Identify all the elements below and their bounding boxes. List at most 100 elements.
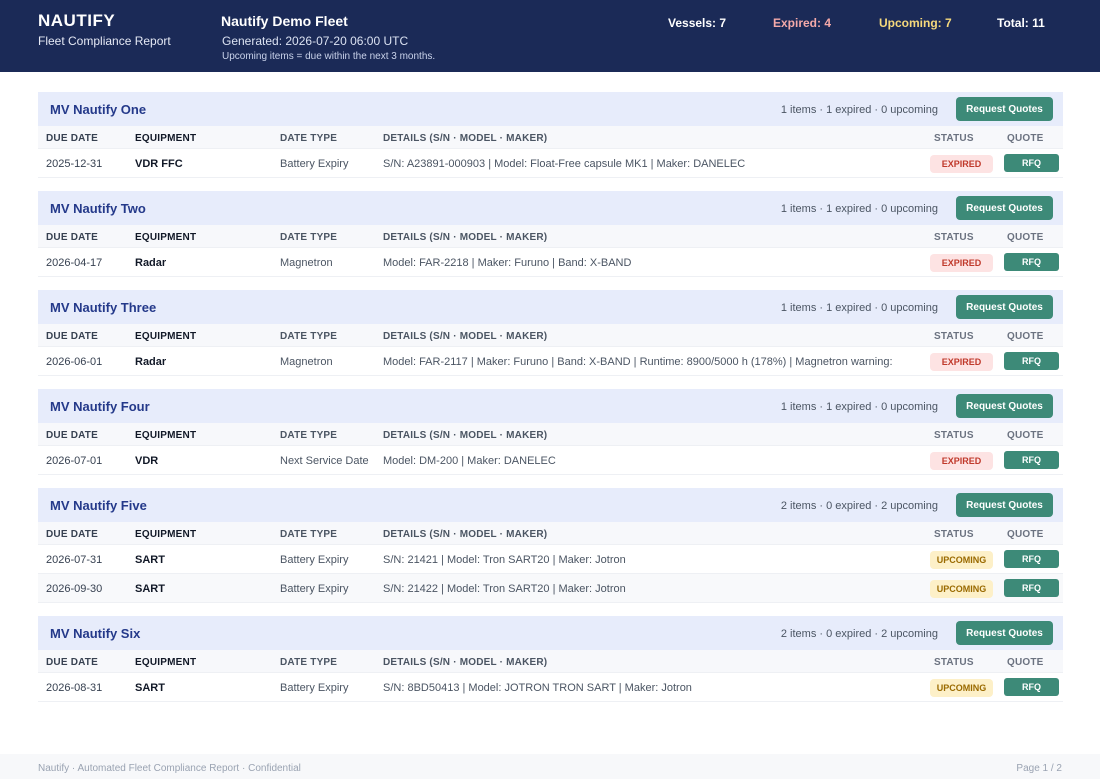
rfq-button[interactable]: RFQ bbox=[1004, 678, 1059, 696]
vessel-summary: 2 items · 0 expired · 2 upcoming bbox=[780, 500, 938, 512]
table-row: 2026-04-17 Radar Magnetron Model: FAR-2218 … bbox=[38, 248, 1063, 277]
request-quotes-button[interactable]: Request Quotes bbox=[956, 97, 1053, 121]
request-quotes-button[interactable]: Request Quotes bbox=[956, 394, 1053, 418]
brand-title: NAUTIFY bbox=[38, 11, 116, 30]
col-due-date: DUE DATE bbox=[46, 133, 98, 144]
vessel-sections: MV Nautify One 1 items · 1 expired · 0 up… bbox=[38, 92, 1063, 715]
col-date-type: DATE TYPE bbox=[280, 529, 338, 540]
col-status: STATUS bbox=[934, 529, 974, 540]
column-headers: DUE DATE EQUIPMENT DATE TYPE DETAILS (S/N ·… bbox=[38, 324, 1063, 347]
equipment-details: S/N: 21422 | Model: Tron SART20 | Maker:… bbox=[383, 583, 626, 595]
col-quote: QUOTE bbox=[1007, 133, 1044, 144]
request-quotes-button[interactable]: Request Quotes bbox=[956, 295, 1053, 319]
col-due-date: DUE DATE bbox=[46, 331, 98, 342]
vessel-name: MV Nautify Four bbox=[50, 399, 150, 414]
col-status: STATUS bbox=[934, 331, 974, 342]
vessel-summary: 1 items · 1 expired · 0 upcoming bbox=[780, 104, 938, 116]
vessel-name: MV Nautify Six bbox=[50, 626, 141, 641]
col-quote: QUOTE bbox=[1007, 232, 1044, 243]
due-date: 2026-06-01 bbox=[46, 356, 103, 368]
table-row: 2026-06-01 Radar Magnetron Model: FAR-2117 … bbox=[38, 347, 1063, 376]
col-equipment: EQUIPMENT bbox=[135, 331, 197, 342]
col-quote: QUOTE bbox=[1007, 430, 1044, 441]
equipment-details: Model: FAR-2117 | Maker: Furuno | Band: … bbox=[383, 356, 893, 368]
page-number: Page 1 / 2 bbox=[1016, 763, 1062, 774]
vessel-name: MV Nautify Five bbox=[50, 498, 147, 513]
equipment-name: SART bbox=[135, 583, 165, 595]
equipment-details: S/N: 21421 | Model: Tron SART20 | Maker:… bbox=[383, 554, 626, 566]
col-equipment: EQUIPMENT bbox=[135, 529, 197, 540]
col-quote: QUOTE bbox=[1007, 529, 1044, 540]
column-headers: DUE DATE EQUIPMENT DATE TYPE DETAILS (S/N ·… bbox=[38, 650, 1063, 673]
request-quotes-button[interactable]: Request Quotes bbox=[956, 196, 1053, 220]
vessel-name: MV Nautify One bbox=[50, 102, 147, 117]
vessel-section: MV Nautify Four 1 items · 1 expired · 0 u… bbox=[38, 389, 1063, 475]
col-status: STATUS bbox=[934, 657, 974, 668]
col-quote: QUOTE bbox=[1007, 331, 1044, 342]
rfq-button[interactable]: RFQ bbox=[1004, 451, 1059, 469]
stat-vessels: Vessels: 7 bbox=[668, 16, 727, 30]
date-type: Magnetron bbox=[280, 257, 333, 269]
col-details: DETAILS (S/N · MODEL · MAKER) bbox=[383, 133, 548, 144]
equipment-name: VDR bbox=[135, 455, 159, 467]
table-row: 2026-08-31 SART Battery Expiry S/N: 8BD5041… bbox=[38, 673, 1063, 702]
stat-upcoming: Upcoming: 7 bbox=[879, 16, 952, 30]
due-date: 2025-12-31 bbox=[46, 158, 103, 170]
table-row: 2026-07-31 SART Battery Expiry S/N: 21421 |… bbox=[38, 545, 1063, 574]
table-row: 2025-12-31 VDR FFC Battery Expiry S/N: A238… bbox=[38, 149, 1063, 178]
equipment-details: Model: FAR-2218 | Maker: Furuno | Band: … bbox=[383, 257, 632, 269]
status-badge: EXPIRED bbox=[930, 353, 993, 371]
status-badge: UPCOMING bbox=[930, 679, 993, 697]
request-quotes-button[interactable]: Request Quotes bbox=[956, 621, 1053, 645]
due-date: 2026-04-17 bbox=[46, 257, 103, 269]
vessel-header: MV Nautify One 1 items · 1 expired · 0 up… bbox=[38, 92, 1063, 126]
due-date: 2026-07-01 bbox=[46, 455, 103, 467]
vessel-name: MV Nautify Three bbox=[50, 300, 157, 315]
equipment-details: Model: DM-200 | Maker: DANELEC bbox=[383, 455, 556, 467]
date-type: Next Service Date bbox=[280, 455, 369, 467]
col-equipment: EQUIPMENT bbox=[135, 232, 197, 243]
col-status: STATUS bbox=[934, 133, 974, 144]
col-due-date: DUE DATE bbox=[46, 657, 98, 668]
equipment-name: SART bbox=[135, 682, 165, 694]
col-due-date: DUE DATE bbox=[46, 529, 98, 540]
rfq-button[interactable]: RFQ bbox=[1004, 579, 1059, 597]
status-badge: EXPIRED bbox=[930, 452, 993, 470]
col-date-type: DATE TYPE bbox=[280, 232, 338, 243]
vessel-section: MV Nautify Five 2 items · 0 expired · 2 u… bbox=[38, 488, 1063, 603]
equipment-name: VDR FFC bbox=[135, 158, 183, 170]
rfq-button[interactable]: RFQ bbox=[1004, 253, 1059, 271]
stat-total: Total: 11 bbox=[997, 16, 1045, 30]
col-equipment: EQUIPMENT bbox=[135, 133, 197, 144]
vessel-name: MV Nautify Two bbox=[50, 201, 146, 216]
vessel-summary: 1 items · 1 expired · 0 upcoming bbox=[780, 302, 938, 314]
col-details: DETAILS (S/N · MODEL · MAKER) bbox=[383, 529, 548, 540]
col-equipment: EQUIPMENT bbox=[135, 430, 197, 441]
col-date-type: DATE TYPE bbox=[280, 331, 338, 342]
rfq-button[interactable]: RFQ bbox=[1004, 154, 1059, 172]
column-headers: DUE DATE EQUIPMENT DATE TYPE DETAILS (S/N ·… bbox=[38, 225, 1063, 248]
rfq-button[interactable]: RFQ bbox=[1004, 550, 1059, 568]
request-quotes-button[interactable]: Request Quotes bbox=[956, 493, 1053, 517]
vessel-summary: 1 items · 1 expired · 0 upcoming bbox=[780, 401, 938, 413]
rfq-button[interactable]: RFQ bbox=[1004, 352, 1059, 370]
date-type: Battery Expiry bbox=[280, 583, 349, 595]
vessel-header: MV Nautify Six 2 items · 0 expired · 2 up… bbox=[38, 616, 1063, 650]
report-footer: Nautify · Automated Fleet Compliance Rep… bbox=[0, 754, 1100, 779]
brand-subtitle: Fleet Compliance Report bbox=[38, 34, 171, 48]
vessel-section: MV Nautify Two 1 items · 1 expired · 0 up… bbox=[38, 191, 1063, 277]
vessel-header: MV Nautify Two 1 items · 1 expired · 0 up… bbox=[38, 191, 1063, 225]
vessel-section: MV Nautify Three 1 items · 1 expired · 0 … bbox=[38, 290, 1063, 376]
upcoming-note: Upcoming items = due within the next 3 m… bbox=[222, 51, 436, 62]
generated-timestamp: Generated: 2026-07-20 06:00 UTC bbox=[222, 34, 409, 48]
date-type: Battery Expiry bbox=[280, 554, 349, 566]
table-row: 2026-07-01 VDR Next Service Date Model: DM-… bbox=[38, 446, 1063, 475]
equipment-name: SART bbox=[135, 554, 165, 566]
status-badge: UPCOMING bbox=[930, 580, 993, 598]
col-details: DETAILS (S/N · MODEL · MAKER) bbox=[383, 331, 548, 342]
col-status: STATUS bbox=[934, 232, 974, 243]
column-headers: DUE DATE EQUIPMENT DATE TYPE DETAILS (S/N ·… bbox=[38, 522, 1063, 545]
col-quote: QUOTE bbox=[1007, 657, 1044, 668]
stat-expired: Expired: 4 bbox=[773, 16, 832, 30]
fleet-title: Nautify Demo Fleet bbox=[221, 13, 348, 29]
